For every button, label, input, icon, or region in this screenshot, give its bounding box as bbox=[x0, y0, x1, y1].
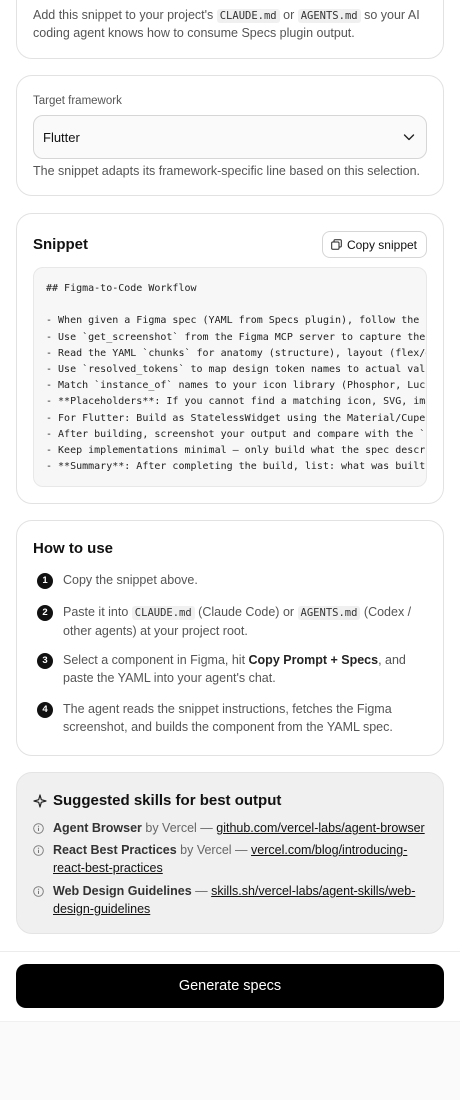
step-text: The agent reads the snippet instructions… bbox=[63, 702, 393, 734]
framework-card: Target framework Flutter The snippet ada… bbox=[16, 75, 444, 196]
skills-header: Suggested skills for best output bbox=[33, 792, 281, 809]
framework-help-text: The snippet adapts its framework-specifi… bbox=[33, 164, 420, 178]
claude-md-code: CLAUDE.md bbox=[131, 606, 195, 620]
step-text-part: (Claude Code) or bbox=[194, 605, 298, 619]
step-text-part: Paste it into bbox=[63, 605, 132, 619]
skill-text: Web Design Guidelines — skills.sh/vercel… bbox=[53, 883, 429, 918]
suggested-skills-card: Suggested skills for best output Agent B… bbox=[16, 772, 444, 934]
agents-md-code: AGENTS.md bbox=[297, 606, 361, 620]
step-text: Paste it into CLAUDE.md (Claude Code) or… bbox=[63, 604, 419, 640]
bottom-action-bar: Generate specs bbox=[0, 951, 460, 1021]
code-line: - Use `get_screenshot` from the Figma MC… bbox=[46, 331, 427, 343]
generate-specs-button[interactable]: Generate specs bbox=[16, 964, 444, 1008]
skill-name: Web Design Guidelines bbox=[53, 884, 192, 898]
skill-author: by Vercel — bbox=[141, 821, 217, 835]
skill-author: by Vercel — bbox=[176, 843, 252, 857]
copy-snippet-button[interactable]: Copy snippet bbox=[321, 231, 427, 258]
code-line: - Keep implementations minimal — only bu… bbox=[46, 445, 427, 457]
info-icon bbox=[33, 823, 44, 834]
code-line: - After building, screenshot your output… bbox=[46, 428, 427, 440]
code-line: - Match `instance_of` names to your icon… bbox=[46, 380, 427, 392]
step-text: Copy the snippet above. bbox=[63, 573, 198, 587]
info-icon bbox=[33, 845, 44, 856]
skill-author: — bbox=[191, 884, 212, 898]
skill-text: React Best Practices by Vercel — vercel.… bbox=[53, 842, 429, 877]
copy-icon bbox=[331, 239, 342, 250]
code-line: ## Figma-to-Code Workflow bbox=[46, 283, 197, 294]
framework-select[interactable]: Flutter bbox=[33, 115, 427, 159]
code-line: - **Summary**: After completing the buil… bbox=[46, 461, 427, 473]
how-to-use-title: How to use bbox=[33, 540, 114, 557]
info-icon bbox=[33, 886, 44, 897]
claude-md-code: CLAUDE.md bbox=[216, 9, 280, 23]
skills-title: Suggested skills for best output bbox=[53, 792, 282, 809]
code-line: - Read the YAML `chunks` for anatomy (st… bbox=[46, 347, 427, 359]
skill-link[interactable]: github.com/vercel-labs/agent-browser bbox=[216, 821, 424, 835]
intro-text: Add this snippet to your project's CLAUD… bbox=[33, 7, 429, 42]
snippet-code-block[interactable]: ## Figma-to-Code Workflow - When given a… bbox=[33, 267, 427, 487]
step-text: Select a component in Figma, hit Copy Pr… bbox=[63, 652, 419, 687]
code-line: - Use `resolved_tokens` to map design to… bbox=[46, 364, 427, 376]
snippet-title: Snippet bbox=[33, 236, 88, 253]
code-line: - For Flutter: Build as StatelessWidget … bbox=[46, 412, 427, 424]
chevron-down-icon bbox=[403, 134, 415, 141]
snippet-code: ## Figma-to-Code Workflow - When given a… bbox=[46, 281, 427, 475]
panel-footer-area bbox=[0, 1021, 460, 1100]
intro-card: Add this snippet to your project's CLAUD… bbox=[16, 0, 444, 59]
step-number: 2 bbox=[37, 605, 53, 621]
intro-text-or: or bbox=[279, 8, 298, 22]
step-number: 3 bbox=[37, 653, 53, 669]
step-text-part: Select a component in Figma, hit bbox=[63, 653, 249, 667]
framework-label: Target framework bbox=[33, 95, 122, 107]
step-number: 1 bbox=[37, 573, 53, 589]
how-to-use-card: How to use 1 Copy the snippet above. 2 P… bbox=[16, 520, 444, 756]
framework-selected-value: Flutter bbox=[43, 130, 80, 145]
code-line: - When given a Figma spec (YAML from Spe… bbox=[46, 315, 427, 327]
snippet-card: Snippet Copy snippet ## Figma-to-Code Wo… bbox=[16, 213, 444, 504]
step-number: 4 bbox=[37, 702, 53, 718]
agents-md-code: AGENTS.md bbox=[297, 9, 361, 23]
skill-name: React Best Practices bbox=[53, 843, 177, 857]
code-line: - **Placeholders**: If you cannot find a… bbox=[46, 396, 427, 408]
skill-name: Agent Browser bbox=[53, 821, 142, 835]
copy-prompt-specs-label: Copy Prompt + Specs bbox=[248, 653, 379, 667]
copy-snippet-label: Copy snippet bbox=[346, 237, 417, 252]
intro-text-pre: Add this snippet to your project's bbox=[33, 8, 217, 22]
sparkle-icon bbox=[33, 793, 47, 808]
skill-text: Agent Browser by Vercel — github.com/ver… bbox=[53, 820, 429, 838]
